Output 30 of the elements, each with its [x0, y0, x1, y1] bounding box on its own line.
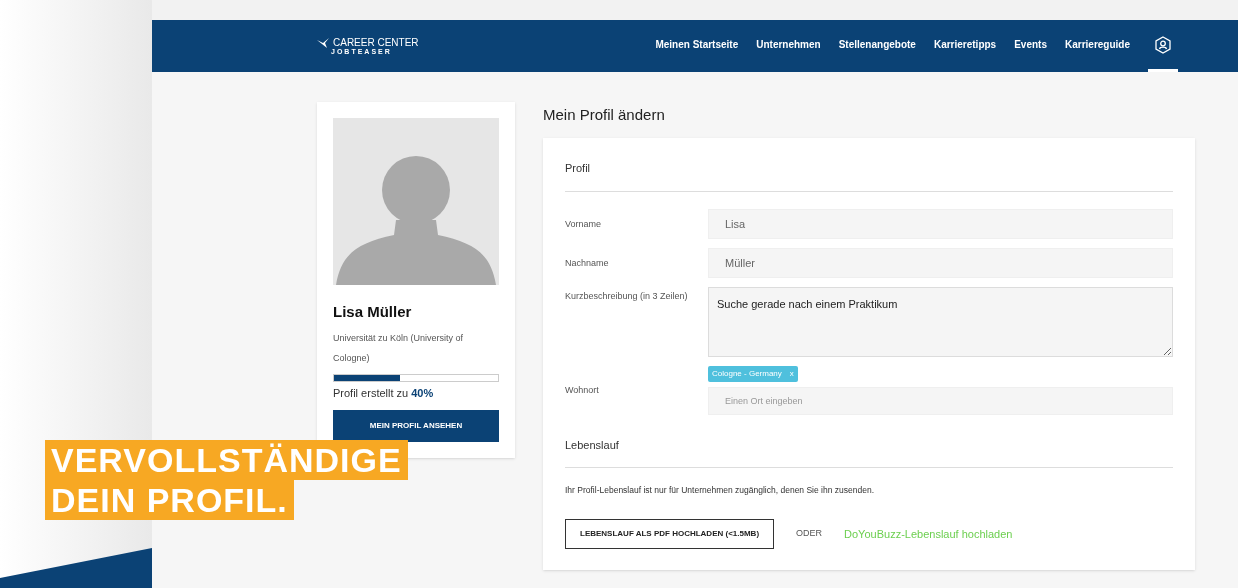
upload-cv-button[interactable]: LEBENSLAUF ALS PDF HOCHLADEN (<1.5MB)	[565, 518, 775, 549]
promo-banner-text: DEIN PROFIL.	[45, 480, 294, 520]
nav-link[interactable]: Meinen Startseite	[655, 20, 739, 72]
view-profile-button[interactable]: MEIN PROFIL ANSEHEN	[333, 410, 499, 442]
user-icon	[1154, 35, 1172, 54]
progress-text: Profil erstellt zu 40%	[333, 385, 435, 401]
tag-label: Cologne - Germany	[712, 367, 782, 380]
nav-link[interactable]: Unternehmen	[756, 20, 821, 72]
nav-link[interactable]: Karrieretipps	[933, 20, 997, 72]
text-field[interactable]: Müller	[708, 247, 1173, 278]
section-heading: Lebenslauf	[565, 436, 1173, 468]
nav-link[interactable]: Karriereguide	[1064, 20, 1130, 72]
field-label: Wohnort	[565, 384, 600, 397]
text-field[interactable]: Lisa	[708, 208, 1173, 239]
profile-name: Lisa Müller	[333, 302, 413, 323]
university-text: Universität zu Köln (University of Cologne)	[333, 331, 465, 365]
section-heading: Profil	[565, 160, 1173, 192]
logo-title[interactable]: CAREER CENTER	[317, 37, 419, 48]
nav-link[interactable]: Events	[1014, 20, 1047, 72]
or-text: ODER	[796, 527, 823, 540]
page-title: Mein Profil ändern	[543, 105, 666, 125]
nav-link[interactable]: Stellenangebote	[838, 20, 916, 72]
field-label: Vorname	[565, 217, 603, 231]
logo-icon	[317, 37, 329, 48]
field-label: Nachname	[565, 256, 610, 270]
cv-note: Ihr Profil-Lebenslauf ist nur für Unternehmen zugänglich, denen Sie ihn zusenden.	[565, 484, 876, 497]
location-field[interactable]: Einen Ort eingeben	[708, 386, 1173, 415]
field-label: Kurzbeschreibung (in 3 Zeilen)	[565, 289, 689, 303]
description-field[interactable]: Suche gerade nach einem Praktikum	[708, 286, 1173, 357]
promo-banner-text: VERVOLLSTÄNDIGE	[45, 440, 408, 480]
